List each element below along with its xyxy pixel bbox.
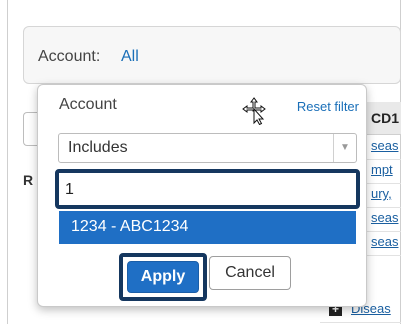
chevron-down-icon[interactable]: ▼ bbox=[333, 134, 356, 162]
row-link[interactable]: seas bbox=[371, 138, 398, 153]
operator-select[interactable]: Includes ▼ bbox=[58, 133, 357, 163]
background-letter: R bbox=[23, 172, 34, 188]
row-link[interactable]: seas bbox=[371, 210, 398, 225]
row-link[interactable]: seas bbox=[371, 234, 398, 249]
filter-popup: Account Reset filter Includes ▼ 1234 - A… bbox=[37, 84, 367, 307]
column-header: CD1 bbox=[371, 110, 400, 126]
operator-selected: Includes bbox=[68, 139, 128, 156]
row-link[interactable]: mpt bbox=[371, 162, 393, 177]
cancel-button[interactable]: Cancel bbox=[209, 256, 291, 290]
search-input[interactable] bbox=[63, 176, 357, 204]
reset-filter-link[interactable]: Reset filter bbox=[297, 99, 359, 114]
filter-label: Account: bbox=[38, 48, 101, 65]
apply-focus-ring: Apply bbox=[119, 253, 207, 301]
suggestion-label: 1234 - ABC1234 bbox=[71, 218, 189, 235]
filter-value[interactable]: All bbox=[121, 48, 139, 66]
account-filter-bar[interactable]: Account: All bbox=[23, 26, 401, 84]
popup-title: Account bbox=[59, 96, 117, 113]
row-link[interactable]: ury, bbox=[371, 186, 392, 201]
search-input-focus bbox=[55, 169, 360, 209]
apply-button[interactable]: Apply bbox=[127, 261, 199, 293]
suggestion-option[interactable]: 1234 - ABC1234 bbox=[59, 211, 356, 244]
move-cursor-icon bbox=[242, 97, 266, 125]
